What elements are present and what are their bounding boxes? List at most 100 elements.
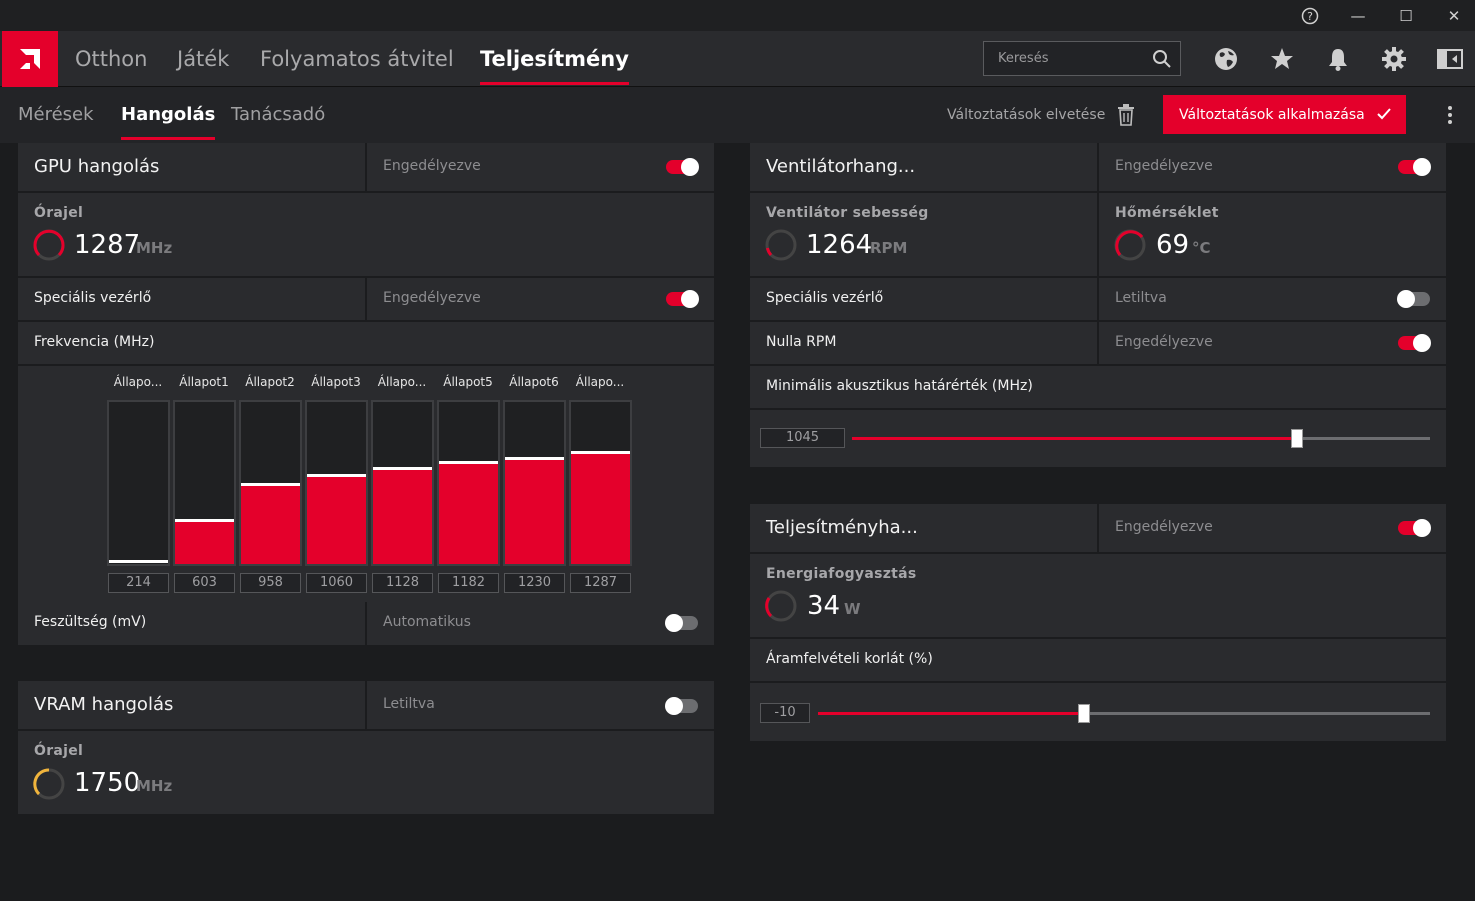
state-bar[interactable] (569, 400, 632, 566)
state-bar[interactable] (173, 400, 236, 566)
amd-logo[interactable] (2, 31, 58, 87)
gpu-tuning-status: Engedélyezve (383, 158, 481, 174)
state-bar-handle[interactable] (439, 461, 498, 464)
gpu-voltage-status: Automatikus (383, 614, 471, 630)
zero-rpm-row: Nulla RPM Engedélyezve (750, 322, 1446, 366)
state-label: Állapot5 (443, 375, 493, 389)
power-consumption-label: Energiafogyasztás (766, 566, 917, 582)
bell-icon[interactable] (1324, 45, 1352, 73)
state-value[interactable]: 1128 (372, 573, 433, 593)
maximize-button[interactable]: ☐ (1383, 0, 1429, 31)
discard-changes-button[interactable]: Változtatások elvetése (947, 87, 1105, 143)
main-nav: Otthon Játék Folyamatos átvitel Teljesít… (0, 31, 1475, 87)
search-icon[interactable] (1152, 49, 1172, 73)
min-acoustic-row: Minimális akusztikus határérték (MHz) (750, 366, 1446, 410)
state-label: Állapo... (377, 375, 427, 389)
power-limit-slider-fill (818, 712, 1085, 715)
power-limit-slider-thumb[interactable] (1078, 704, 1091, 723)
vram-tuning-title: VRAM hangolás (34, 694, 174, 715)
state-value[interactable]: 1060 (306, 573, 367, 593)
fan-special-toggle[interactable] (1397, 290, 1430, 308)
fan-tuning-title: Ventilátorhang... (766, 156, 916, 177)
svg-text:?: ? (1307, 10, 1313, 23)
zero-rpm-toggle[interactable] (1398, 334, 1431, 352)
gpu-freq-label: Frekvencia (MHz) (34, 334, 155, 350)
state-bar-handle[interactable] (175, 519, 234, 522)
vram-tuning-panel: VRAM hangolás Letiltva Órajel 1750 MHz (18, 681, 714, 814)
power-limit-value[interactable]: -10 (760, 703, 810, 723)
min-acoustic-label: Minimális akusztikus határérték (MHz) (766, 378, 1033, 394)
tab-tuning[interactable]: Hangolás (121, 87, 216, 143)
state-value[interactable]: 1287 (570, 573, 631, 593)
star-icon[interactable] (1268, 45, 1296, 73)
power-tuning-toggle[interactable] (1398, 519, 1431, 537)
power-consumption-value: 34 (807, 591, 841, 621)
gpu-freq-row: Frekvencia (MHz) (18, 322, 714, 366)
more-options-icon[interactable] (1440, 105, 1460, 125)
state-label: Állapo... (575, 375, 625, 389)
min-acoustic-slider[interactable] (852, 429, 1430, 448)
close-button[interactable]: ✕ (1431, 0, 1475, 31)
gpu-clock-value: 1287 (74, 230, 141, 260)
state-bar-handle[interactable] (571, 451, 630, 454)
sidebar-panel-icon[interactable] (1436, 45, 1464, 73)
tab-metrics[interactable]: Mérések (18, 87, 94, 143)
gpu-clock-gauge-icon (33, 229, 65, 261)
temperature-gauge-icon (1114, 229, 1146, 261)
state-bar[interactable] (305, 400, 368, 566)
power-tuning-header: Teljesítményha... Engedélyezve (750, 504, 1446, 554)
globe-icon[interactable] (1212, 45, 1240, 73)
state-bar-handle[interactable] (241, 483, 300, 486)
gpu-tuning-toggle[interactable] (666, 158, 699, 176)
fan-special-row: Speciális vezérlő Letiltva (750, 278, 1446, 322)
search-input[interactable] (984, 42, 1144, 75)
state-value[interactable]: 214 (108, 573, 169, 593)
fan-tuning-toggle[interactable] (1398, 158, 1431, 176)
tab-gaming[interactable]: Játék (177, 31, 229, 87)
state-value[interactable]: 1230 (504, 573, 565, 593)
state-value[interactable]: 1182 (438, 573, 499, 593)
vram-tuning-toggle[interactable] (665, 697, 698, 715)
min-acoustic-slider-thumb[interactable] (1291, 429, 1304, 448)
state-bar[interactable] (371, 400, 434, 566)
power-limit-label: Áramfelvételi korlát (%) (766, 651, 933, 667)
state-bar[interactable] (239, 400, 302, 566)
trash-icon[interactable] (1117, 104, 1135, 130)
state-bar-handle[interactable] (109, 560, 168, 563)
apply-changes-button[interactable]: Változtatások alkalmazása (1163, 95, 1406, 134)
gear-icon[interactable] (1380, 45, 1408, 73)
state-bar-handle[interactable] (373, 467, 432, 470)
minimize-button[interactable]: — (1335, 0, 1381, 31)
state-value[interactable]: 603 (174, 573, 235, 593)
state-bar-fill (175, 522, 234, 564)
search-box (983, 41, 1181, 76)
state-bar-handle[interactable] (307, 474, 366, 477)
state-bar[interactable] (437, 400, 500, 566)
state-bar-fill (241, 486, 300, 564)
gpu-special-label: Speciális vezérlő (34, 290, 152, 306)
state-bar[interactable] (107, 400, 170, 566)
fan-metrics-row: Ventilátor sebesség 1264 RPM Hőmérséklet… (750, 193, 1446, 278)
tab-advisor[interactable]: Tanácsadó (231, 87, 325, 143)
state-label: Állapot6 (509, 375, 559, 389)
gpu-tuning-header: GPU hangolás Engedélyezve (18, 143, 714, 193)
state-value[interactable]: 958 (240, 573, 301, 593)
power-tuning-title: Teljesítményha... (766, 517, 918, 538)
state-bar[interactable] (503, 400, 566, 566)
tab-streaming[interactable]: Folyamatos átvitel (260, 31, 454, 87)
min-acoustic-value[interactable]: 1045 (760, 428, 845, 448)
power-limit-slider[interactable] (818, 704, 1430, 723)
tab-home[interactable]: Otthon (75, 31, 147, 87)
state-bar-handle[interactable] (505, 457, 564, 460)
vram-clock-value: 1750 (74, 768, 141, 798)
power-tuning-panel: Teljesítményha... Engedélyezve Energiafo… (750, 504, 1446, 741)
tab-performance[interactable]: Teljesítmény (480, 31, 629, 87)
gpu-voltage-toggle[interactable] (665, 614, 698, 632)
vram-tuning-status: Letiltva (383, 696, 435, 712)
gpu-special-toggle[interactable] (666, 290, 699, 308)
temperature-label: Hőmérséklet (1115, 205, 1219, 221)
gpu-voltage-label: Feszültség (mV) (34, 614, 147, 630)
fan-speed-label: Ventilátor sebesség (766, 205, 929, 221)
help-icon[interactable]: ? (1287, 0, 1333, 31)
state-label: Állapot3 (311, 375, 361, 389)
